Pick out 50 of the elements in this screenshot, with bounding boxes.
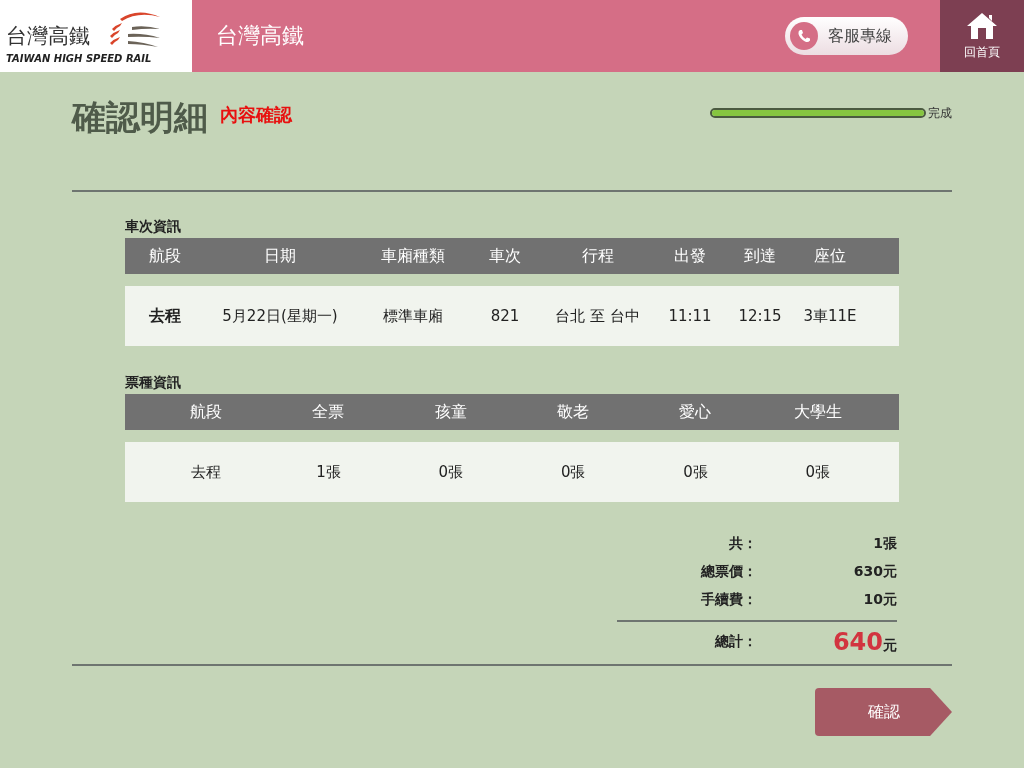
column-header: 敬老 (556, 401, 591, 423)
hotline-button[interactable]: 客服專線 (785, 17, 908, 55)
column-header: 車廂種類 (379, 245, 446, 267)
column-header: 大學生 (792, 401, 843, 423)
summary-label: 共： (728, 535, 757, 553)
column-header: 孩童 (433, 401, 468, 423)
summary-value: 1張 (873, 535, 897, 553)
table-cell-text: 1張 (315, 462, 342, 482)
confirm-button[interactable]: 確認 (815, 688, 952, 736)
column-header: 行程 (580, 245, 615, 267)
page-title: 確認明細 (72, 96, 208, 139)
section-heading: 票種資訊 (125, 374, 182, 392)
table-cell-text: 11:11 (667, 307, 713, 325)
home-button[interactable]: 回首頁 (940, 0, 1024, 72)
column-header: 座位 (813, 245, 847, 267)
table-cell-text: 821 (489, 307, 521, 325)
table-cell-text: 5月22日(星期一) (221, 306, 339, 326)
column-header: 愛心 (678, 401, 713, 423)
home-icon (966, 11, 998, 40)
table-cell-text: 0張 (682, 462, 709, 482)
total-label: 總計： (713, 633, 757, 651)
column-header: 航段 (148, 245, 182, 267)
summary-label: 手續費： (700, 591, 757, 609)
phone-icon (790, 22, 818, 50)
summary-value: 10元 (863, 591, 897, 609)
table-cell-text: 12:15 (737, 307, 783, 325)
table-cell-text: 標準車廂 (381, 306, 444, 326)
table-cell-text: 去程 (190, 462, 223, 482)
column-header: 航段 (189, 401, 224, 423)
column-header: 全票 (311, 401, 346, 423)
table-cell-text: 0張 (804, 462, 832, 482)
column-header: 車次 (488, 245, 522, 267)
column-header: 日期 (263, 245, 297, 267)
table-cell-text: 0張 (437, 462, 465, 482)
table-cell-text: 0張 (559, 462, 587, 482)
column-header: 出發 (673, 245, 707, 267)
table-cell-text: 台北 至 台中 (554, 306, 641, 326)
total-amount: 640 (832, 628, 883, 656)
section-heading: 車次資訊 (125, 218, 182, 236)
progress-label: 完成 (928, 104, 952, 122)
summary-label: 總票價： (699, 563, 757, 581)
table-cell-text: 3車11E (802, 306, 858, 326)
table-cell-text: 去程 (148, 305, 182, 327)
total-unit: 元 (883, 637, 897, 653)
header-title: 台灣高鐵 (216, 22, 304, 50)
logo-text: 台灣高鐵 (6, 22, 90, 50)
logo-subtext: TAIWAN HIGH SPEED RAIL (6, 52, 153, 64)
column-header: 到達 (743, 245, 777, 267)
page-subtitle: 內容確認 (220, 103, 292, 127)
summary-value: 630元 (853, 563, 897, 581)
